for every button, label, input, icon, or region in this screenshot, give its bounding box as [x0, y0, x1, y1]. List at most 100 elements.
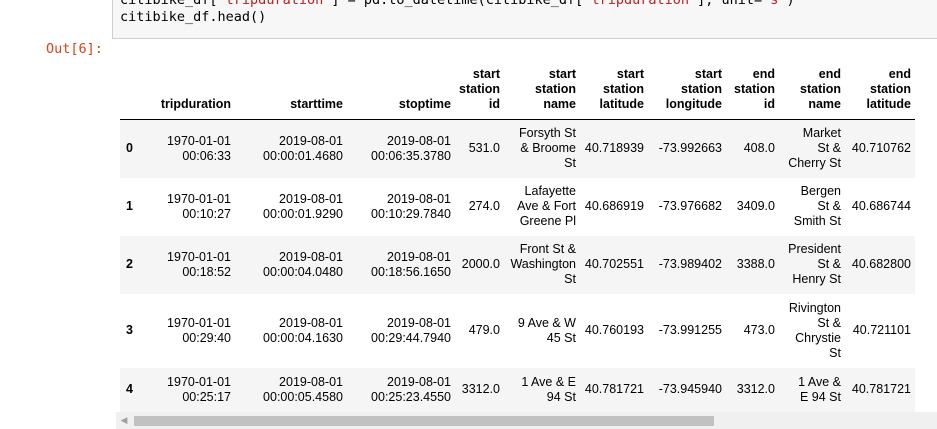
column-header-line: name: [543, 97, 576, 111]
column-header-line: station: [459, 82, 500, 96]
row-index: 1: [126, 199, 133, 213]
cell-line: Washington: [510, 257, 576, 271]
cell-line: -73.976682: [658, 199, 722, 213]
cell-line: 45 St: [546, 330, 576, 345]
table-cell: 2019-08-01 00:25:23.4550: [347, 368, 455, 412]
column-header-line: start: [694, 67, 722, 81]
cell-line: 2019-08-01: [387, 249, 451, 264]
cell-line: 40.686744: [851, 199, 911, 213]
table-cell: 2019-08-01 00:00:04.0480: [235, 236, 347, 294]
table-cell: 1970-01-01 00:18:52: [150, 236, 235, 294]
table-cell: 274.0: [455, 178, 504, 236]
column-header: tripduration: [150, 56, 235, 120]
table-cell: 479.0: [455, 294, 504, 368]
cell-line: 1 Ave &: [798, 374, 841, 389]
column-header-line: id: [763, 97, 775, 111]
table-cell: -73.945940: [648, 368, 726, 412]
row-index: 4: [126, 382, 133, 396]
table-body: 0 1970-01-01 00:06:33 2019-08-01 00:00:01.46…: [120, 119, 915, 412]
table-cell: 3388.0: [726, 236, 779, 294]
column-header: start station latitude: [579, 56, 648, 120]
column-header: stoptime: [347, 56, 455, 120]
cell-line: Chrystie: [795, 330, 841, 345]
cell-line: Forsyth St: [519, 126, 576, 141]
cell-line: 00:29:40: [182, 330, 231, 345]
column-header-line: starttime: [290, 97, 343, 111]
cell-line: 3312.0: [461, 382, 500, 396]
column-header-line: station: [681, 82, 722, 96]
table-cell: -73.992663: [648, 120, 726, 178]
cell-line: St: [564, 156, 576, 171]
table-cell: 40.781721: [845, 368, 915, 412]
table-cell: 40.781721: [580, 368, 648, 412]
cell-line: 00:10:29.7840: [371, 206, 451, 221]
cell-line: & Broome: [520, 141, 576, 156]
cell-line: St &: [817, 315, 841, 330]
cell-line: 00:06:33: [182, 148, 231, 163]
column-header-line: start: [616, 67, 644, 81]
table-cell: 40.686919: [580, 178, 648, 236]
scroll-thumb[interactable]: [134, 416, 714, 426]
cell-line: 00:25:23.4550: [371, 389, 451, 404]
table-cell: 40.702551: [580, 236, 648, 294]
cell-line: 40.718939: [584, 141, 644, 156]
horizontal-scrollbar[interactable]: ◀: [116, 412, 937, 429]
table-cell: 2000.0: [455, 236, 504, 294]
cell-line: Rivington: [788, 300, 841, 315]
code-cell[interactable]: citibike_df['tripduration'] = pd.to_date…: [112, 0, 937, 39]
cell-line: -73.991255: [658, 323, 722, 337]
column-header: end station id: [725, 56, 779, 120]
cell-line: Ave & Fort: [517, 199, 576, 213]
table-cell: 473.0: [726, 294, 779, 368]
column-header-line: start: [472, 67, 500, 81]
column-header-line: stoptime: [398, 97, 451, 111]
cell-line: -73.945940: [658, 382, 722, 396]
table-cell: 40.686744: [845, 178, 915, 236]
scroll-left-arrow-icon[interactable]: ◀: [116, 412, 132, 429]
table-cell: Forsyth St & Broome St: [504, 120, 580, 178]
table-row: 0 1970-01-01 00:06:33 2019-08-01 00:00:01.46…: [120, 119, 915, 178]
cell-line: E 94 St: [799, 389, 841, 404]
cell-line: Bergen: [800, 184, 841, 198]
cell-line: 00:29:44.7940: [371, 330, 451, 345]
table-cell: Front St & Washington St: [504, 236, 580, 294]
cell-line: 9 Ave & W: [517, 315, 576, 330]
table-cell: 1970-01-01 00:06:33: [150, 120, 235, 178]
cell-line: 00:00:01.9290: [263, 206, 343, 221]
table-cell: 2019-08-01 00:00:01.9290: [235, 178, 347, 236]
cell-line: St &: [817, 141, 841, 156]
table-cell: 1 Ave & E 94 St: [504, 368, 580, 412]
cell-line: 2019-08-01: [387, 315, 451, 330]
cell-line: 40.760193: [584, 323, 644, 337]
column-header-line: end: [752, 67, 775, 81]
table-cell: 2019-08-01 00:10:29.7840: [347, 178, 455, 236]
cell-line: 473.0: [743, 323, 775, 337]
code-line-1: citibike_df['tripduration'] = pd.to_date…: [120, 0, 795, 8]
table-cell: 2019-08-01 00:29:44.7940: [347, 294, 455, 368]
cell-line: 94 St: [546, 389, 576, 404]
cell-line: 2019-08-01: [279, 191, 343, 206]
cell-line: 00:06:35.3780: [371, 148, 451, 163]
cell-line: 40.781721: [851, 382, 911, 396]
cell-line: 00:10:27: [182, 206, 231, 221]
cell-line: 00:00:01.4680: [263, 148, 343, 163]
cell-line: Greene Pl: [519, 214, 576, 228]
table-cell: 1970-01-01 00:29:40: [150, 294, 235, 368]
cell-line: 408.0: [743, 141, 775, 156]
cell-line: 00:18:52: [182, 264, 231, 279]
table-row: 1 1970-01-01 00:10:27 2019-08-01 00:00:01.92…: [120, 178, 915, 236]
index-header: [120, 56, 150, 120]
cell-line: 40.682800: [851, 257, 911, 271]
cell-line: 2000.0: [461, 257, 500, 271]
cell-line: 2019-08-01: [387, 374, 451, 389]
table-cell: Lafayette Ave & Fort Greene Pl: [504, 178, 580, 236]
table-cell: 2019-08-01 00:00:04.1630: [235, 294, 347, 368]
table-row: 3 1970-01-01 00:29:40 2019-08-01 00:00:04.16…: [120, 294, 915, 368]
table-row: 4 1970-01-01 00:25:17 2019-08-01 00:00:05.45…: [120, 367, 915, 412]
column-header-line: tripduration: [160, 97, 231, 111]
column-header: end station latitude: [844, 56, 915, 120]
column-header-line: station: [603, 82, 644, 96]
column-header: start station longitude: [647, 56, 726, 120]
table-cell: 2019-08-01 00:00:01.4680: [235, 120, 347, 178]
cell-line: 00:00:04.0480: [263, 264, 343, 279]
